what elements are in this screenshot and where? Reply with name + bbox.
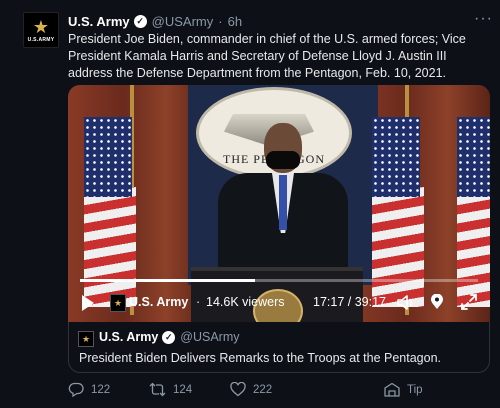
us-flag: [453, 107, 490, 307]
quoted-account-name[interactable]: U.S. Army: [99, 330, 158, 344]
quoted-header: U.S. Army ✓ @USArmy: [99, 330, 240, 344]
retweet-count: 124: [173, 383, 193, 396]
tweet-text: President Joe Biden, commander in chief …: [68, 32, 466, 80]
army-star-icon: ★: [32, 16, 50, 37]
viewer-count: 14.6K viewers: [206, 295, 285, 309]
separator-dot: ·: [218, 13, 223, 29]
account-name[interactable]: U.S. Army: [68, 14, 130, 29]
video-progress-fill: [80, 279, 256, 282]
retweet-icon: [149, 382, 166, 397]
us-flag: [368, 107, 428, 307]
separator-dot: ·: [196, 295, 201, 309]
retweet-button[interactable]: 124: [149, 382, 192, 397]
speaker-icon[interactable]: [396, 294, 416, 311]
verified-icon: ✓: [162, 330, 176, 344]
video-progress-bar[interactable]: [80, 279, 478, 282]
verified-icon: ✓: [133, 14, 147, 28]
tip-label: Tip: [407, 383, 423, 396]
avatar[interactable]: ★ U.S.ARMY: [23, 12, 59, 48]
like-button[interactable]: 222: [230, 382, 272, 397]
tweet-actions: 122 124 222 Tip: [68, 382, 488, 400]
heart-icon: [230, 382, 246, 397]
channel-name[interactable]: U.S. Army: [129, 295, 188, 309]
play-icon[interactable]: [82, 295, 94, 311]
video-player[interactable]: THE PENTAGON ★ U.S. Army · 14.6K viewers…: [68, 85, 490, 322]
channel-logo-icon: ★: [110, 294, 126, 312]
tweet-time[interactable]: 6h: [228, 14, 242, 29]
us-flag: [80, 107, 140, 307]
video-time: 17:17 / 39:17: [313, 295, 386, 309]
tweet-header: U.S. Army ✓ @USArmy · 6h: [68, 12, 242, 30]
avatar-label: U.S.ARMY: [27, 36, 55, 43]
fullscreen-icon[interactable]: [460, 293, 478, 311]
location-pin-icon[interactable]: [430, 294, 444, 310]
reply-count: 122: [91, 383, 111, 396]
quoted-tweet[interactable]: ★ U.S. Army ✓ @USArmy President Biden De…: [68, 322, 490, 373]
reply-button[interactable]: 122: [68, 382, 110, 397]
account-handle[interactable]: @USArmy: [152, 14, 214, 29]
tip-icon: [384, 382, 400, 397]
like-count: 222: [253, 383, 273, 396]
quoted-handle[interactable]: @USArmy: [180, 330, 239, 344]
more-options-icon[interactable]: ···: [474, 10, 493, 28]
quoted-text: President Biden Delivers Remarks to the …: [79, 351, 441, 365]
tweet[interactable]: ★ U.S.ARMY U.S. Army ✓ @USArmy · 6h ··· …: [0, 0, 500, 408]
quoted-avatar-icon: ★: [78, 331, 94, 347]
video-controls: ★ U.S. Army · 14.6K viewers 17:17 / 39:1…: [68, 283, 490, 322]
tip-button[interactable]: Tip: [384, 382, 423, 397]
reply-icon: [68, 382, 84, 397]
